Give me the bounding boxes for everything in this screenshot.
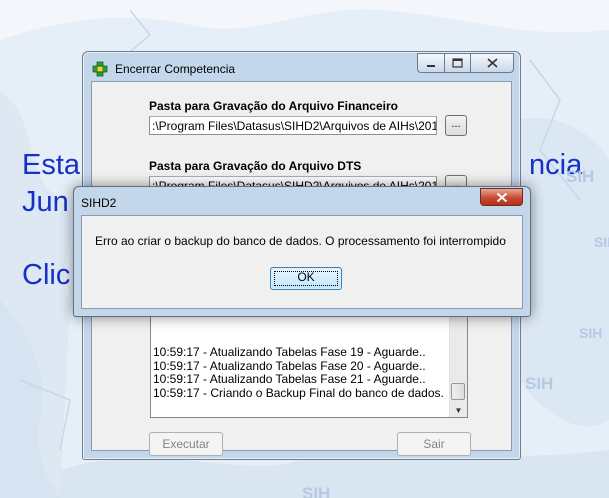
log-line: 10:59:17 - Atualizando Tabelas Fase 19 -… — [153, 345, 426, 359]
dialog-client-area: Erro ao criar o backup do banco de dados… — [81, 215, 523, 309]
maximize-button[interactable] — [445, 53, 471, 73]
caption-buttons — [417, 53, 514, 73]
close-icon — [486, 58, 498, 68]
sih-watermark: SIH — [525, 374, 554, 393]
scrollbar-thumb[interactable] — [451, 383, 465, 400]
close-button[interactable] — [471, 53, 514, 73]
window-title: Encerrar Competencia — [115, 62, 236, 76]
dts-folder-label: Pasta para Gravação do Arquivo DTS — [149, 159, 362, 173]
scroll-down-arrow-icon[interactable]: ▼ — [450, 406, 467, 415]
sih-watermark: SIH — [566, 167, 595, 186]
financeiro-browse-button[interactable]: ... — [445, 115, 467, 136]
background-text-line2: Jun — [22, 186, 69, 218]
log-lines: 10:59:17 - Atualizando Tabelas Fase 19 -… — [153, 345, 444, 400]
minimize-icon — [427, 65, 435, 67]
app-cross-icon — [92, 61, 108, 77]
log-scrollbar[interactable]: ▼ — [449, 313, 467, 417]
dialog-title: SIHD2 — [81, 196, 117, 210]
focus-rectangle — [274, 271, 338, 286]
close-icon — [496, 192, 507, 202]
dialog-close-button[interactable] — [480, 188, 523, 206]
log-line: 10:59:17 - Criando o Backup Final do ban… — [153, 385, 444, 400]
ok-button[interactable]: OK — [270, 267, 342, 290]
progress-log-list[interactable]: 10:59:17 - Atualizando Tabelas Fase 19 -… — [150, 312, 468, 418]
sih-watermark: SIH — [302, 484, 331, 498]
background-text-line3: Clic — [22, 259, 71, 291]
financeiro-path-input[interactable]: :\Program Files\Datasus\SIHD2\Arquivos d… — [149, 116, 437, 135]
sih-watermark: SIH — [579, 325, 603, 341]
sair-button[interactable]: Sair — [397, 432, 471, 456]
minimize-button[interactable] — [417, 53, 445, 73]
sih-watermark: SIH — [594, 234, 609, 250]
maximize-icon — [452, 58, 463, 68]
background-text-line1: Esta — [22, 149, 81, 181]
error-message: Erro ao criar o backup do banco de dados… — [95, 234, 506, 248]
log-line: 10:59:17 - Atualizando Tabelas Fase 21 -… — [153, 372, 426, 386]
financeiro-folder-label: Pasta para Gravação do Arquivo Financeir… — [149, 99, 398, 113]
log-line: 10:59:17 - Atualizando Tabelas Fase 20 -… — [153, 358, 426, 373]
error-dialog: SIHD2 Erro ao criar o backup do banco de… — [73, 186, 531, 317]
executar-button[interactable]: Executar — [149, 432, 223, 456]
